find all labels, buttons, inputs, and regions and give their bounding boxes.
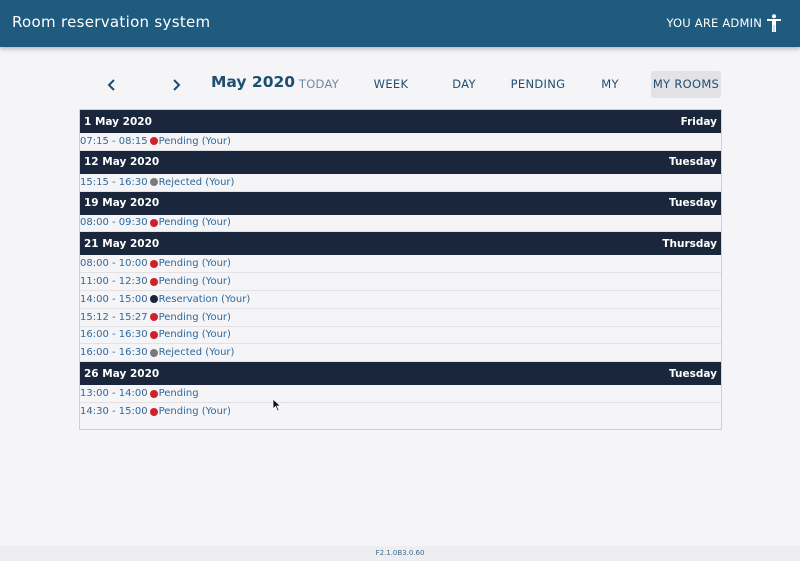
event-status-label: Pending (Your) (158, 217, 231, 229)
day-weekday: Friday (680, 115, 717, 128)
event-row[interactable]: 08:00 - 10:00 Pending (Your) (80, 255, 721, 274)
previous-month-button[interactable] (98, 71, 126, 98)
event-row[interactable]: 07:15 - 08:15 Pending (Your) (80, 133, 721, 151)
app-title: Room reservation system (12, 13, 211, 31)
day-header: 19 May 2020 Tuesday (80, 191, 721, 215)
status-dot-icon (149, 348, 158, 357)
pending-view-button[interactable]: PENDING (508, 71, 568, 98)
event-time: 16:00 - 16:30 (80, 347, 148, 359)
status-dot-icon (149, 407, 158, 416)
event-status-label: Rejected (Your) (158, 176, 235, 188)
event-status-label: Rejected (Your) (158, 347, 235, 359)
status-dot-icon (149, 277, 158, 286)
calendar-toolbar: May 2020 TODAY WEEK DAY PENDING MY MY RO… (80, 71, 722, 98)
status-dot-icon (149, 330, 158, 339)
event-time: 16:00 - 16:30 (80, 329, 148, 341)
event-time: 15:15 - 16:30 (80, 176, 148, 188)
day-weekday: Thursday (662, 237, 717, 250)
user-label: YOU ARE ADMIN (666, 16, 762, 30)
day-date: 19 May 2020 (84, 197, 160, 210)
event-time: 08:00 - 09:30 (80, 217, 148, 229)
day-header: 21 May 2020 Thursday (80, 232, 721, 256)
event-time: 11:00 - 12:30 (80, 276, 148, 288)
day-header: 26 May 2020 Tuesday (80, 362, 721, 386)
my-view-button[interactable]: MY (594, 71, 626, 98)
event-time: 13:00 - 14:00 (80, 388, 148, 400)
status-dot-icon (149, 389, 158, 398)
chevron-left-icon (107, 78, 115, 91)
event-row[interactable]: 16:00 - 16:30 Pending (Your) (80, 326, 721, 345)
user-menu[interactable]: YOU ARE ADMIN (666, 14, 782, 32)
agenda-list: 1 May 2020 Friday 07:15 - 08:15 Pending (Yo… (79, 109, 722, 430)
mouse-cursor-icon (272, 398, 282, 412)
today-button[interactable]: TODAY (294, 71, 344, 98)
day-weekday: Tuesday (669, 367, 717, 380)
status-dot-icon (149, 295, 158, 304)
week-view-button[interactable]: WEEK (366, 71, 416, 98)
event-status-label: Pending (Your) (158, 406, 231, 418)
day-header: 1 May 2020 Friday (80, 110, 721, 133)
event-row[interactable]: 15:12 - 15:27 Pending (Your) (80, 308, 721, 327)
event-row[interactable]: 14:30 - 15:00 Pending (Your) (80, 402, 721, 421)
status-dot-icon (149, 137, 158, 146)
next-month-button[interactable] (162, 71, 190, 98)
day-date: 12 May 2020 (84, 156, 160, 169)
status-dot-icon (149, 259, 158, 268)
app-bar: Room reservation system YOU ARE ADMIN (0, 0, 800, 47)
event-status-label: Pending (Your) (158, 258, 231, 270)
status-dot-icon (149, 178, 158, 187)
day-view-button[interactable]: DAY (444, 71, 484, 98)
version-label: F2.1.0B3.0.60 (0, 546, 800, 561)
day-date: 1 May 2020 (84, 115, 152, 128)
event-row[interactable]: 14:00 - 15:00 Reservation (Your) (80, 290, 721, 309)
day-weekday: Tuesday (669, 156, 717, 169)
event-row[interactable]: 13:00 - 14:00 Pending (80, 385, 721, 403)
my-rooms-view-button[interactable]: MY ROOMS (651, 71, 721, 98)
event-time: 14:30 - 15:00 (80, 406, 148, 418)
chevron-right-icon (173, 78, 181, 91)
day-date: 21 May 2020 (84, 237, 160, 250)
event-time: 07:15 - 08:15 (80, 135, 148, 147)
event-status-label: Pending (Your) (158, 276, 231, 288)
event-status-label: Pending (Your) (158, 329, 231, 341)
event-row[interactable]: 08:00 - 09:30 Pending (Your) (80, 214, 721, 233)
event-status-label: Reservation (Your) (158, 293, 251, 305)
day-weekday: Tuesday (669, 197, 717, 210)
event-status-label: Pending (158, 388, 199, 400)
day-header: 12 May 2020 Tuesday (80, 150, 721, 174)
event-row[interactable]: 11:00 - 12:30 Pending (Your) (80, 273, 721, 291)
month-title: May 2020 (211, 73, 296, 91)
event-row[interactable]: 16:00 - 16:30 Rejected (Your) (80, 344, 721, 363)
event-row[interactable]: 15:15 - 16:30 Rejected (Your) (80, 173, 721, 192)
event-status-label: Pending (Your) (158, 311, 231, 323)
status-dot-icon (149, 313, 158, 322)
event-time: 14:00 - 15:00 (80, 293, 148, 305)
day-date: 26 May 2020 (84, 367, 160, 380)
event-time: 08:00 - 10:00 (80, 258, 148, 270)
accessibility-icon (767, 14, 781, 32)
status-dot-icon (149, 218, 158, 227)
event-time: 15:12 - 15:27 (80, 311, 148, 323)
event-status-label: Pending (Your) (158, 135, 231, 147)
